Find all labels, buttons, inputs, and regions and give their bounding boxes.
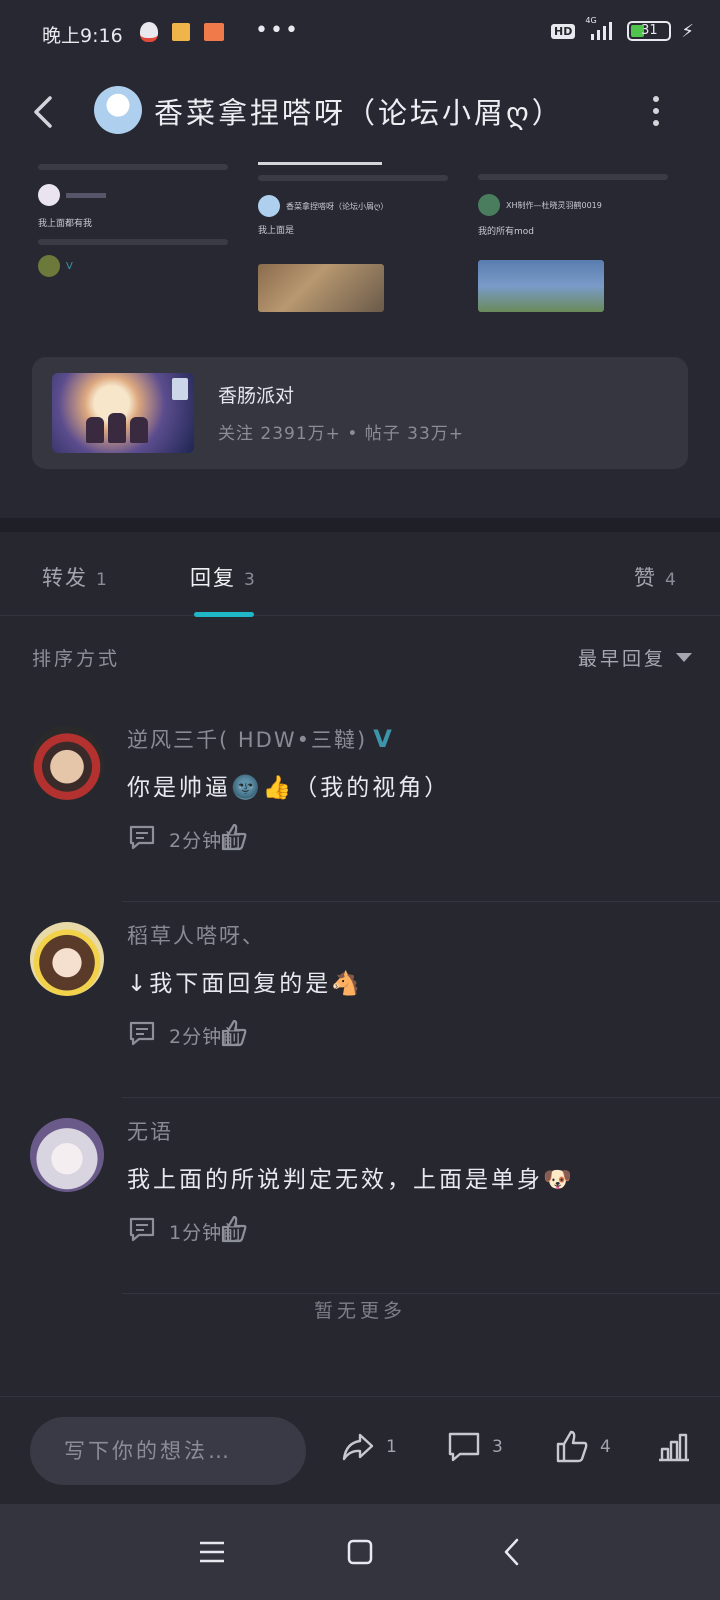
system-nav-bar: [0, 1504, 720, 1600]
user-avatar[interactable]: [30, 922, 104, 996]
reply-actions: 2分钟前: [127, 1018, 693, 1052]
back-arrow-icon: [34, 96, 52, 128]
username-text: 无语: [127, 1120, 173, 1144]
signal-icon: 4G: [585, 16, 617, 42]
reply-content: 我上面的所说判定无效，上面是单身🐶: [127, 1167, 575, 1193]
reply-username[interactable]: 逆风三千( HDW•三韃) V: [127, 724, 394, 754]
comment-input[interactable]: [30, 1417, 306, 1485]
network-type: 4G: [585, 16, 597, 25]
status-bar: 晚上9:16 ••• HD 4G 31 ⚡: [0, 0, 720, 70]
thumbnail-username: XH制作—杜晓灵羽鹤0019: [506, 200, 602, 210]
note-icon: [172, 23, 190, 41]
status-time: 晚上9:16: [42, 25, 123, 47]
hd-icon: HD: [551, 23, 576, 39]
tab-forward[interactable]: 转发 1: [42, 562, 109, 592]
post-image[interactable]: 香菜拿捏嗒呀（论坛小屑ღ） 我上面是: [258, 160, 458, 318]
charging-icon: ⚡: [681, 20, 694, 42]
thumbnail-caption: 我的所有mod: [478, 227, 534, 237]
user-avatar[interactable]: [30, 726, 104, 800]
game-logo: [172, 378, 188, 400]
reply-item: 无语 我上面的所说判定无效，上面是单身🐶 1分钟前: [0, 1098, 720, 1294]
reply-content: 你是帅逼🌚👍（我的视角）: [127, 775, 451, 801]
menu-icon[interactable]: [192, 1532, 232, 1572]
mail-icon: [204, 23, 224, 41]
reply-time: 2分钟前: [169, 1026, 243, 1048]
notification-icons: [140, 22, 224, 42]
home-icon[interactable]: [340, 1532, 380, 1572]
sort-label: 排序方式: [32, 648, 121, 670]
game-name: 香肠派对: [218, 385, 295, 407]
reply-item: 逆风三千( HDW•三韃) V 你是帅逼🌚👍（我的视角） 2分钟前: [0, 706, 720, 902]
reply-username[interactable]: 无语: [127, 1116, 173, 1146]
comment-button[interactable]: 3: [446, 1427, 503, 1467]
more-vertical-icon: [653, 96, 659, 102]
more-notifications-icon: •••: [255, 18, 300, 43]
sort-row: 排序方式 最早回复: [0, 630, 720, 686]
thumbnail-caption: 我上面是: [258, 226, 295, 236]
verified-badge: V: [373, 725, 394, 753]
forward-button[interactable]: 1: [340, 1427, 397, 1467]
thumbnail-caption: 我上面都有我: [38, 219, 93, 229]
post-image[interactable]: XH制作—杜晓灵羽鹤0019 我的所有mod: [478, 160, 678, 318]
post-image-strip: 我上面都有我 V 香菜拿捏嗒呀（论坛小屑ღ） 我上面是 XH制作—杜晓灵羽鹤00…: [38, 160, 688, 320]
bottom-action-bar: 1 3 4: [0, 1396, 720, 1504]
battery-level: 31: [641, 23, 658, 38]
tab-replies[interactable]: 回复 3: [190, 562, 257, 592]
username-text: 逆风三千( HDW•三韃): [127, 728, 368, 752]
comment-icon: [448, 1432, 480, 1462]
page-header: 香菜拿捏嗒呀（论坛小屑ღ）: [0, 80, 720, 142]
sort-value: 最早回复: [577, 648, 666, 670]
like-count: 4: [600, 1437, 611, 1457]
no-more-text: 暂无更多: [313, 1300, 406, 1322]
reply-actions: 1分钟前: [127, 1214, 693, 1248]
username-text: 稻草人嗒呀、: [127, 924, 265, 948]
tab-likes[interactable]: 赞4: [634, 562, 678, 592]
like-button[interactable]: 4: [554, 1427, 611, 1467]
reply-username[interactable]: 稻草人嗒呀、: [127, 920, 265, 950]
battery-icon: 31: [627, 21, 672, 41]
user-avatar[interactable]: [30, 1118, 104, 1192]
qq-icon: [140, 22, 158, 42]
game-stats: 关注 2391万+ • 帖子 33万+: [218, 424, 465, 444]
thumbs-up-icon: [556, 1430, 588, 1463]
forward-count: 1: [386, 1437, 397, 1457]
reply-item: 稻草人嗒呀、 ↓我下面回复的是🐴 2分钟前: [0, 902, 720, 1098]
bar-chart-icon: [659, 1433, 689, 1462]
comment-icon[interactable]: [127, 1018, 157, 1048]
post-image[interactable]: 我上面都有我 V: [38, 160, 238, 318]
more-options-button[interactable]: [648, 96, 664, 126]
stats-button[interactable]: [656, 1427, 692, 1467]
thumbnail-username: 香菜拿捏嗒呀（论坛小屑ღ）: [286, 201, 389, 211]
reply-time: 1分钟前: [169, 1222, 243, 1244]
author-avatar[interactable]: [94, 86, 142, 134]
tab-label: 转发: [42, 566, 88, 590]
page-title: 香菜拿捏嗒呀（论坛小屑ღ）: [154, 96, 564, 130]
section-divider: [0, 518, 720, 532]
share-icon: [342, 1433, 374, 1461]
back-icon[interactable]: [492, 1532, 532, 1572]
comment-icon[interactable]: [127, 822, 157, 852]
sort-dropdown[interactable]: 最早回复: [578, 644, 692, 671]
game-card[interactable]: 香肠派对 关注 2391万+ • 帖子 33万+: [32, 357, 688, 469]
reply-actions: 2分钟前: [127, 822, 693, 856]
interaction-tabs: 转发 1 回复 3 赞4: [0, 532, 720, 617]
tab-label: 赞: [634, 566, 657, 590]
comment-count: 3: [492, 1437, 503, 1457]
comment-icon[interactable]: [127, 1214, 157, 1244]
tab-label: 回复: [190, 566, 236, 590]
reply-content: ↓我下面回复的是🐴: [127, 971, 363, 997]
system-indicators: HD 4G 31 ⚡: [551, 16, 694, 42]
tab-count: 4: [665, 570, 678, 590]
back-button[interactable]: [28, 92, 64, 132]
caret-down-icon: [676, 653, 692, 662]
reply-time: 2分钟前: [169, 830, 243, 852]
tab-count: 1: [96, 570, 109, 590]
game-cover-image: [52, 373, 194, 453]
reply-separator: [122, 1293, 720, 1294]
tab-count: 3: [244, 570, 257, 590]
active-tab-indicator: [194, 612, 254, 617]
